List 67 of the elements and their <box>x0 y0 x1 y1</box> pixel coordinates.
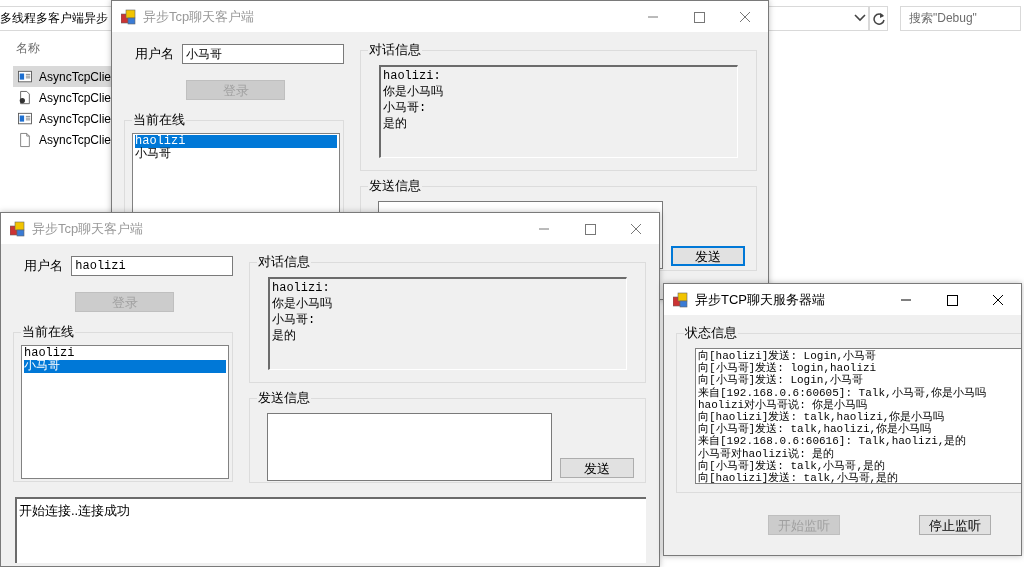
refresh-icon <box>872 11 885 25</box>
app-icon <box>121 8 137 25</box>
chat-history-box[interactable]: haolizi: 你是小马吗 小马哥: 是的 <box>379 65 738 158</box>
file-name: AsyncTcpClie <box>38 68 111 86</box>
chevron-icon[interactable] <box>854 14 866 22</box>
column-header[interactable]: 名称 <box>16 39 40 53</box>
log-line: 来自[192.168.0.6:60605]: Talk,小马哥,你是小马吗 <box>698 386 988 399</box>
file-name: AsyncTcpClie <box>38 110 111 128</box>
group-label: 发送信息 <box>368 178 422 194</box>
file-row[interactable]: AsyncTcpClie <box>13 108 111 129</box>
chat-line: 你是小马吗 <box>383 84 444 100</box>
send-button[interactable]: 发送 <box>560 458 634 478</box>
chat-line: 是的 <box>383 116 408 132</box>
file-row[interactable]: AsyncTcpClie <box>13 129 111 150</box>
chat-line: 小马哥: <box>383 100 428 116</box>
stop-listening-button[interactable]: 停止监听 <box>919 515 991 535</box>
log-line: 向[haolizi]发送: Login,小马哥 <box>698 350 878 363</box>
log-line: 小马哥对haolizi说: 是的 <box>698 447 836 460</box>
app-icon <box>673 291 689 308</box>
file-name: AsyncTcpClie <box>38 89 111 107</box>
search-field[interactable]: 搜索"Debug" <box>900 5 1021 31</box>
group-label: 对话信息 <box>257 254 311 270</box>
window-icon <box>18 68 32 85</box>
document-gear-icon <box>18 89 32 106</box>
log-line: 向[小马哥]发送: Login,小马哥 <box>698 374 863 387</box>
app-icon <box>10 220 26 237</box>
list-item[interactable]: 小马哥 <box>135 148 337 161</box>
log-line: 来自[192.168.0.6:60616]: Talk,haolizi,是的 <box>698 435 968 448</box>
window-title: 异步TCP聊天服务器端 <box>695 290 825 309</box>
window-title: 异步Tcp聊天客户端 <box>143 7 255 26</box>
file-row[interactable]: AsyncTcpClie <box>13 87 111 108</box>
file-row[interactable]: AsyncTcpClie <box>13 66 111 87</box>
username-field[interactable]: haolizi <box>71 256 233 276</box>
chat-line: haolizi: <box>383 68 442 84</box>
log-line: 向[小马哥]发送: login,haolizi <box>698 362 878 375</box>
chat-line: haolizi: <box>272 280 331 296</box>
chat-line: 你是小马吗 <box>272 296 333 312</box>
log-box[interactable]: 开始连接..连接成功 <box>15 497 646 563</box>
address-text: 多线程多客户端异步 <box>0 10 108 27</box>
group-label: 状态信息 <box>684 325 738 341</box>
log-line: 向[haolizi]发送: talk,haolizi,你是小马吗 <box>698 411 946 424</box>
log-line: 向[小马哥]发送: talk,小马哥,是的 <box>698 459 886 472</box>
document-icon <box>18 131 32 148</box>
username-field[interactable]: 小马哥 <box>182 44 344 64</box>
chat-history-box[interactable]: haolizi: 你是小马吗 小马哥: 是的 <box>268 277 627 370</box>
log-line: 向[小马哥]发送: talk,haolizi,你是小马吗 <box>698 423 933 436</box>
group-label: 当前在线 <box>21 324 75 340</box>
log-line: 开始连接..连接成功 <box>19 502 132 520</box>
list-item[interactable]: haolizi <box>135 135 337 148</box>
field-label: 用户名 <box>24 257 64 276</box>
chat-line: 是的 <box>272 328 297 344</box>
list-item[interactable]: haolizi <box>24 347 226 360</box>
log-line: 向[haolizi]发送: talk,小马哥,是的 <box>698 472 900 485</box>
chat-line: 小马哥: <box>272 312 317 328</box>
group-label: 当前在线 <box>132 112 186 128</box>
list-item[interactable]: 小马哥 <box>24 360 226 373</box>
user-list[interactable]: haolizi 小马哥 <box>21 345 229 479</box>
status-log-box[interactable] <box>695 348 1021 484</box>
refresh-button[interactable] <box>869 5 888 31</box>
send-button[interactable]: 发送 <box>671 246 745 266</box>
log-line: haolizi对小马哥说: 你是小马吗 <box>698 398 868 411</box>
window-icon <box>18 110 32 127</box>
group-label: 对话信息 <box>368 42 422 58</box>
message-field[interactable] <box>267 413 552 481</box>
field-label: 用户名 <box>135 45 175 64</box>
group-label: 发送信息 <box>257 390 311 406</box>
file-name: AsyncTcpClie <box>38 131 111 149</box>
